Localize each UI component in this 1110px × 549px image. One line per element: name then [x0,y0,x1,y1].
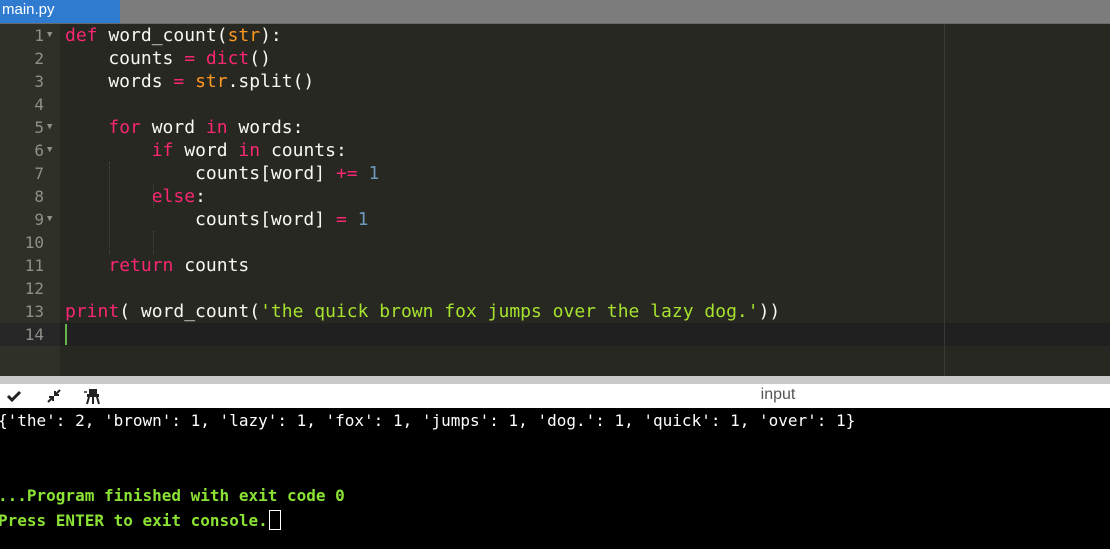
code-line-5: for word in words: [65,116,303,139]
operator: += [335,163,358,184]
fold-arrow-icon[interactable]: ▼ [47,139,57,162]
text-cursor [65,324,67,345]
code-text: counts [65,48,185,69]
indent-guide [153,231,154,254]
operator: = [335,209,347,230]
keyword: in [205,117,228,138]
code-line-7: counts[word] += 1 [65,162,379,185]
line-number: 5 [34,118,44,137]
line-number: 1 [34,26,44,45]
code-line-1: def word_count(str): [65,24,282,47]
code-text: counts[word] [65,209,336,230]
code-text: ( word_count( [119,301,261,322]
code-line-2: counts = dict() [65,47,271,70]
pane-divider[interactable] [0,376,1110,384]
line-number: 10 [24,233,44,252]
line-number: 9 [34,210,44,229]
code-text: counts [173,255,250,276]
exit-status: ...Program finished with exit code 0 [0,486,345,505]
line-number: 3 [34,72,44,91]
code-text: counts[word] [65,163,336,184]
line-number: 4 [34,95,44,114]
keyword: else [151,186,196,207]
keyword: return [108,255,174,276]
code-line-8: else: [65,185,206,208]
code-text: words [65,71,174,92]
code-text: counts: [260,140,347,161]
code-text: : [195,186,206,207]
active-line-highlight [60,323,1110,346]
param: str [195,71,228,92]
code-text: )) [758,301,781,322]
fold-arrow-icon[interactable]: ▼ [47,24,57,47]
line-number: 14 [24,325,44,344]
code-line-11: return counts [65,254,249,277]
code-text: ): [260,25,282,46]
tab-main-py[interactable]: main.py [0,0,120,23]
param: str [227,25,261,46]
line-number: 13 [24,302,44,321]
fold-arrow-icon[interactable]: ▼ [47,208,57,231]
number: 1 [357,209,369,230]
builtin: print [65,301,120,322]
console-cursor [268,510,281,530]
print-margin [944,24,945,376]
code-text: () [249,48,271,69]
builtin: dict [205,48,250,69]
code-text: words: [227,117,304,138]
line-number: 7 [34,164,44,183]
keyword: if [151,140,174,161]
line-number: 6 [34,141,44,160]
code-line-13: print( word_count('the quick brown fox j… [65,300,780,323]
code-text: word [140,117,206,138]
line-number: 12 [24,279,44,298]
code-editor[interactable]: 1 2 3 4 5 6 7 8 9 10 11 12 13 14 ▼ ▼ ▼ ▼… [0,24,1110,376]
program-output: {'the': 2, 'brown': 1, 'lazy': 1, 'fox':… [0,411,856,430]
input-label[interactable]: input [0,386,1110,404]
keyword: in [238,140,261,161]
number: 1 [368,163,380,184]
line-number: 2 [34,49,44,68]
string: 'the quick brown fox jumps over the lazy… [260,301,759,322]
console-output[interactable]: {'the': 2, 'brown': 1, 'lazy': 1, 'fox':… [0,408,1110,549]
press-enter-text: Press ENTER to exit console. [0,511,268,530]
keyword: def [65,25,98,46]
code-line-6: if word in counts: [65,139,347,162]
console-toolbar: input [0,384,1110,408]
code-line-9: counts[word] = 1 [65,208,368,231]
fold-arrow-icon[interactable]: ▼ [47,116,57,139]
code-text: word [173,140,239,161]
code-line-3: words = str.split() [65,70,314,93]
operator: = [173,71,185,92]
press-enter-line: Press ENTER to exit console. [0,510,281,532]
tab-bar: main.py [0,0,1110,24]
code-text: word_count( [97,25,228,46]
keyword: for [108,117,141,138]
line-number: 8 [34,187,44,206]
code-text: .split() [227,71,315,92]
line-number: 11 [24,256,44,275]
operator: = [184,48,196,69]
